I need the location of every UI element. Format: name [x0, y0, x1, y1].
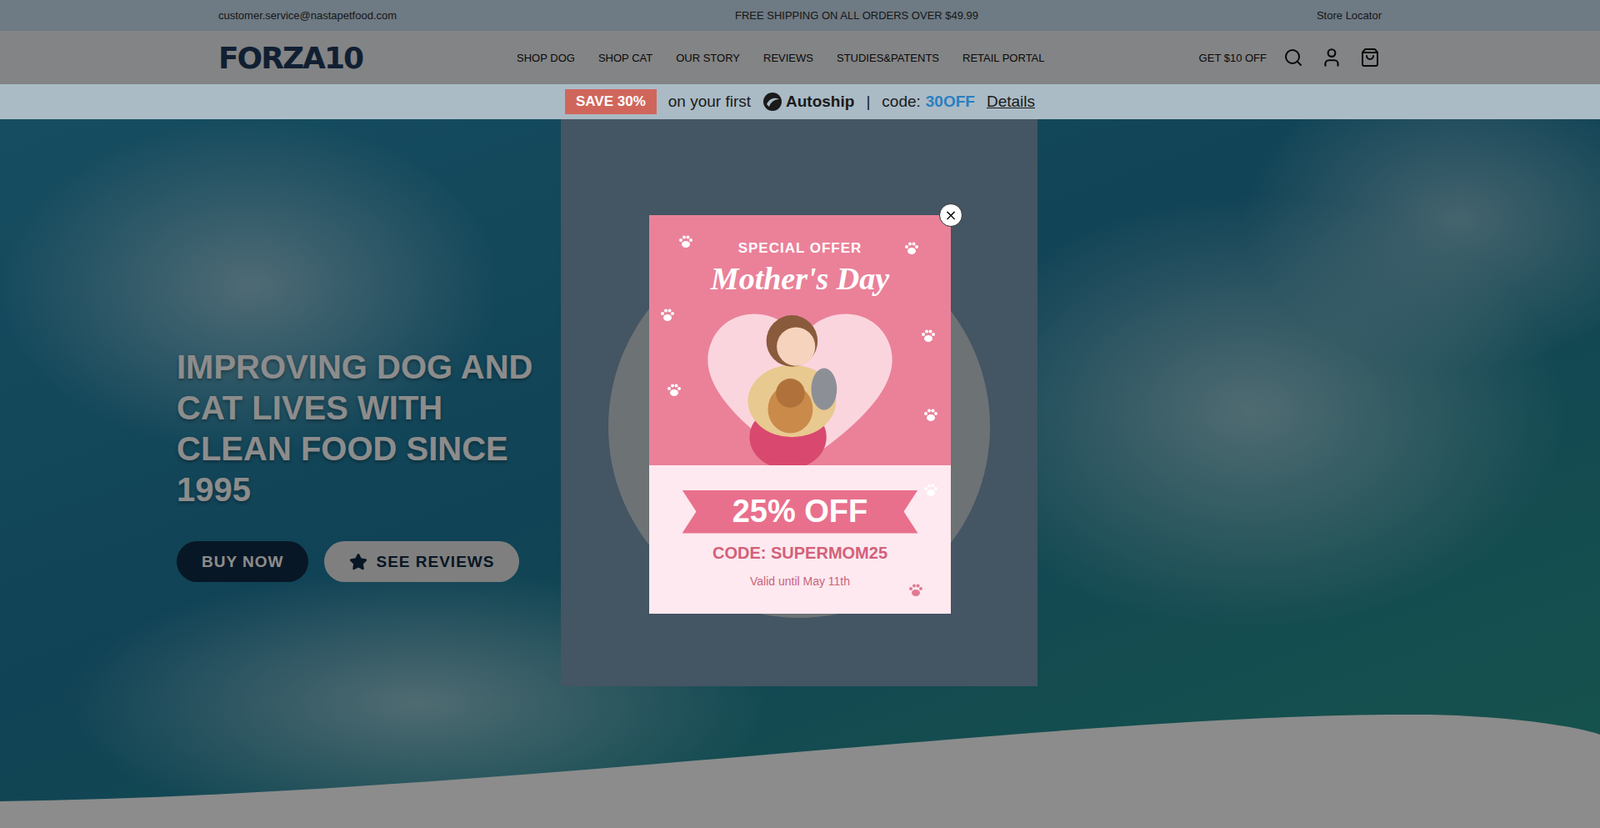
- mothers-day-illustration: [691, 296, 909, 465]
- paw-icon: [903, 240, 920, 257]
- modal-header: SPECIAL OFFER Mother's Day: [649, 215, 951, 465]
- discount-code: CODE: SUPERMOM25: [712, 543, 888, 563]
- promo-bar: SAVE 30% on your first Autoship | code: 30OFF…: [0, 84, 1600, 120]
- paw-icon: [665, 381, 683, 399]
- details-link[interactable]: Details: [986, 92, 1035, 111]
- autoship-label: Autoship: [785, 92, 855, 111]
- promo-modal: ×SPECIAL OFFERMother's Day25% OFFCODE: S…: [649, 215, 951, 614]
- validity-note: Valid until May 11th: [750, 574, 850, 588]
- page: customer.service@nastapetfood.comFREE SH…: [0, 0, 1600, 828]
- code-label: code:: [881, 92, 920, 111]
- promo-code: 30OFF: [925, 92, 975, 111]
- promo-badge: SAVE 30%: [565, 89, 657, 115]
- autoship-brand: Autoship: [762, 91, 855, 112]
- paw-icon: [922, 406, 940, 424]
- modal-offer: 25% OFF CODE: SUPERMOM25 Valid until May 1…: [649, 465, 951, 614]
- close-button[interactable]: ×: [939, 203, 963, 227]
- modal-title: Mother's Day: [710, 260, 890, 297]
- promo-text: on your first: [668, 92, 751, 111]
- autoship-icon: [762, 91, 783, 112]
- paw-icon: [659, 306, 676, 324]
- paw-icon: [920, 327, 937, 345]
- promo-separator: |: [865, 92, 870, 111]
- paw-icon: [677, 233, 695, 250]
- modal-eyebrow: SPECIAL OFFER: [738, 240, 863, 257]
- paw-icon: [922, 481, 940, 499]
- discount-ribbon: 25% OFF: [682, 490, 919, 534]
- modal-backdrop[interactable]: × SPECIAL OFFER Mother's Day 25% OFF CODE: S…: [0, 0, 1600, 828]
- paw-icon: [907, 581, 925, 599]
